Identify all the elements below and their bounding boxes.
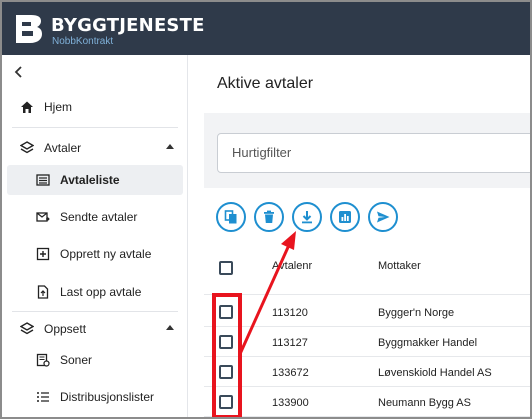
sidebar-item-label: Last opp avtale [60, 285, 142, 299]
sidebar-item-sendte-avtaler[interactable]: Sendte avtaler [2, 202, 188, 232]
sidebar-item-label: Opprett ny avtale [60, 247, 152, 261]
table-divider [204, 294, 530, 295]
select-all-checkbox[interactable] [219, 261, 233, 275]
quick-filter-input[interactable] [232, 145, 530, 160]
brand-name: BYGGTJENESTE [51, 15, 205, 36]
download-icon [302, 211, 312, 224]
zones-icon [36, 353, 50, 367]
sidebar-item-label: Sendte avtaler [60, 210, 138, 224]
sidebar-item-hjem[interactable]: Hjem [2, 92, 188, 122]
table-divider [204, 326, 530, 327]
table-cell-mottaker: Bygger'n Norge [378, 307, 455, 319]
table-cell-avtalenr: 133672 [272, 367, 309, 379]
sidebar-item-opprett-ny-avtale[interactable]: Opprett ny avtale [2, 239, 188, 269]
mail-send-icon [36, 212, 50, 222]
annotation-highlight-box [212, 293, 242, 417]
plus-box-icon [36, 247, 50, 261]
sidebar-item-label: Hjem [44, 100, 73, 114]
file-upload-icon [37, 285, 49, 299]
send-icon [377, 211, 390, 223]
sidebar-section-label: Oppsett [44, 322, 87, 336]
chevron-left-icon[interactable] [14, 65, 24, 81]
caret-up-icon [166, 144, 174, 149]
sidebar-section-oppsett[interactable]: Oppsett [2, 314, 188, 344]
sidebar-item-soner[interactable]: Soner [2, 345, 188, 375]
caret-up-icon [166, 325, 174, 330]
sidebar-item-last-opp-avtale[interactable]: Last opp avtale [2, 277, 188, 307]
table-divider [204, 356, 530, 357]
divider [12, 127, 178, 128]
sidebar-item-label: Distribusjonslister [60, 390, 155, 404]
delete-button[interactable] [254, 202, 284, 232]
sidebar-item-distribusjonslister[interactable]: Distribusjonslister [2, 382, 188, 412]
page-title: Aktive avtaler [217, 75, 314, 92]
app-header: BYGGTJENESTE NobbKontrakt [2, 2, 530, 55]
app-frame: BYGGTJENESTE NobbKontrakt Hjem Avtaler A… [0, 0, 532, 419]
sidebar-item-label: Soner [60, 353, 93, 367]
sidebar-item-avtaleliste[interactable]: Avtaleliste [7, 165, 183, 195]
table-divider [204, 386, 530, 387]
layers-icon [20, 322, 34, 335]
copy-icon [224, 210, 237, 224]
table-cell-mottaker: Neumann Bygg AS [378, 397, 471, 409]
download-button[interactable] [292, 202, 322, 232]
table-cell-mottaker: Byggmakker Handel [378, 337, 478, 349]
byggtjeneste-logo-icon[interactable] [14, 13, 44, 45]
column-header-mottaker[interactable]: Mottaker [378, 260, 421, 272]
report-icon [339, 211, 351, 223]
list-lines-icon [37, 392, 49, 402]
sidebar-section-label: Avtaler [44, 141, 82, 155]
table-cell-avtalenr: 133900 [272, 397, 309, 409]
table-cell-avtalenr: 113120 [272, 307, 308, 319]
layers-icon [20, 141, 34, 154]
brand-subtitle: NobbKontrakt [52, 36, 114, 47]
sidebar-section-avtaler[interactable]: Avtaler [2, 133, 188, 163]
table-cell-mottaker: Løvenskiold Handel AS [378, 367, 492, 379]
delete-icon [264, 210, 274, 223]
report-button[interactable] [330, 202, 360, 232]
table-cell-avtalenr: 113127 [272, 337, 308, 349]
sidebar-item-label: Avtaleliste [60, 173, 120, 187]
quick-filter-field[interactable] [217, 133, 530, 173]
divider [12, 311, 178, 312]
list-icon [36, 174, 50, 186]
sidebar: Hjem Avtaler Avtaleliste Sendte avtaler … [2, 55, 188, 417]
column-header-avtalenr[interactable]: Avtalenr [272, 260, 312, 272]
copy-button[interactable] [216, 202, 246, 232]
home-icon [21, 101, 33, 113]
send-button[interactable] [368, 202, 398, 232]
table-divider [204, 416, 530, 417]
